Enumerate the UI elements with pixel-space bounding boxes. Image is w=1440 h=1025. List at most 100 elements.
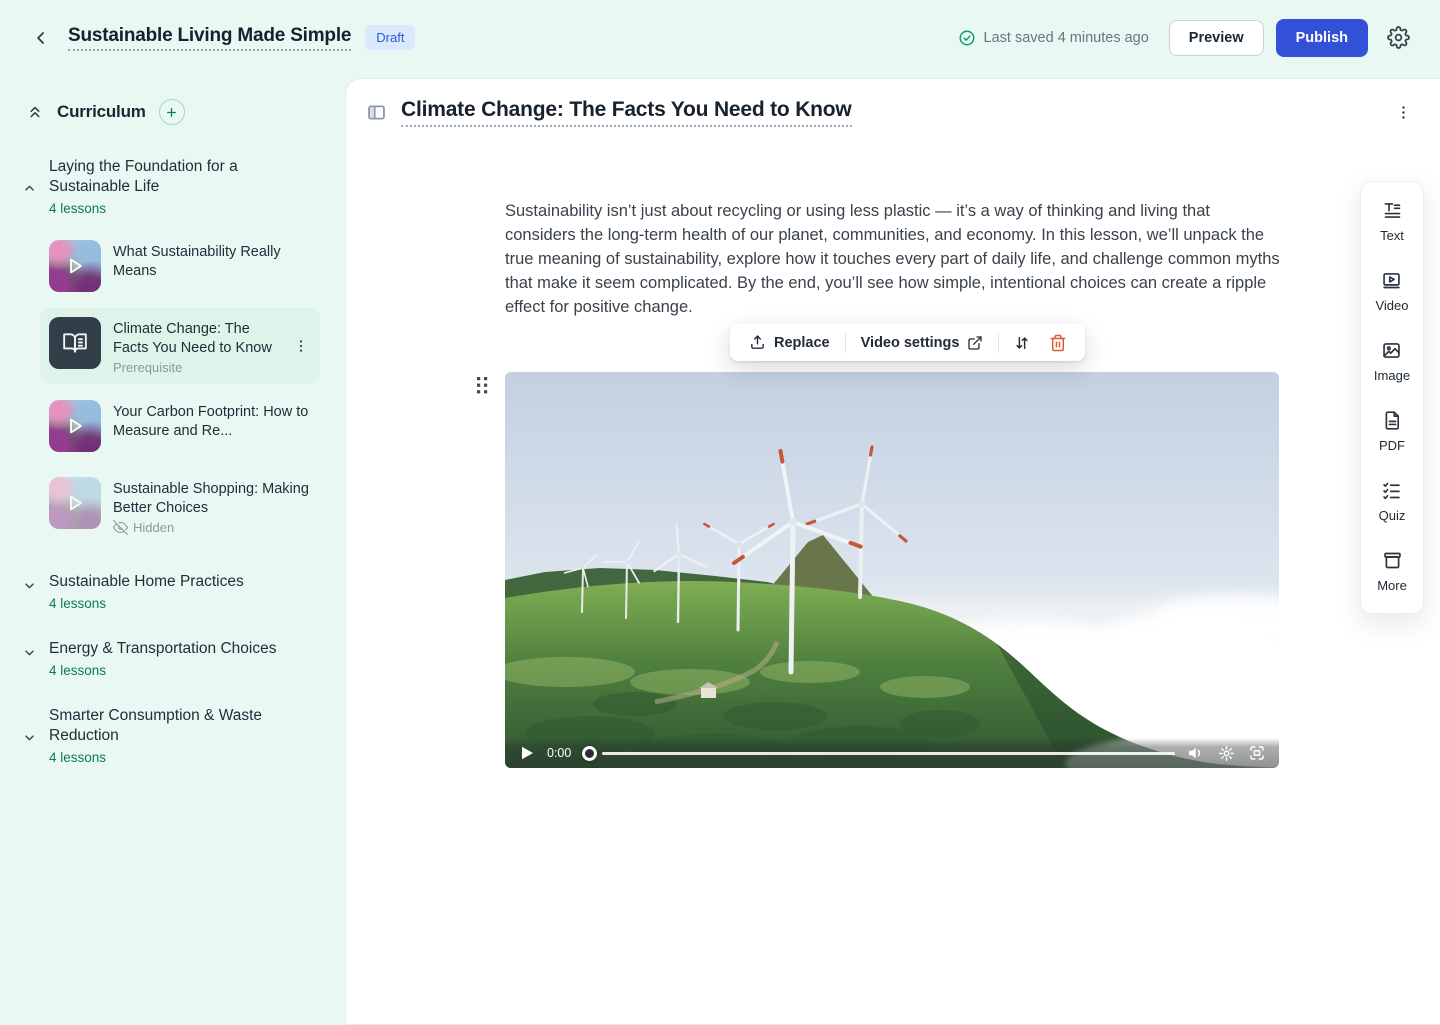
current-time: 0:00 (547, 746, 571, 760)
toolbar-divider (998, 333, 999, 353)
autosave-status: Last saved 4 minutes ago (958, 29, 1149, 47)
preview-button[interactable]: Preview (1169, 20, 1264, 56)
lesson-reading-thumbnail (49, 317, 101, 369)
scrubber-handle[interactable] (582, 746, 597, 761)
video-settings-button[interactable]: Video settings (851, 324, 994, 361)
volume-button[interactable] (1184, 742, 1206, 764)
add-image-block-button[interactable]: Image (1374, 340, 1410, 383)
curriculum-section: Energy & Transportation Choices 4 lesson… (18, 639, 335, 678)
lesson-item-selected[interactable]: Climate Change: The Facts You Need to Kn… (40, 308, 320, 384)
lesson-title: What Sustainability Really Means (113, 243, 311, 280)
video-block-icon (1381, 270, 1402, 291)
section-title[interactable]: Energy & Transportation Choices (49, 639, 289, 659)
play-icon (63, 491, 87, 515)
collapse-all-icon (26, 103, 44, 121)
lesson-item[interactable]: Your Carbon Footprint: How to Measure an… (40, 391, 320, 461)
lesson-item[interactable]: What Sustainability Really Means (40, 231, 320, 301)
more-block-icon (1382, 550, 1403, 571)
section-title[interactable]: Smarter Consumption & Waste Reduction (49, 706, 289, 746)
play-icon (63, 414, 87, 438)
settings-button[interactable] (1382, 22, 1414, 54)
palette-label: Image (1374, 368, 1410, 383)
text-block[interactable]: Sustainability isn’t just about recyclin… (505, 199, 1283, 319)
curriculum-heading: Curriculum (57, 102, 146, 122)
play-button[interactable] (516, 742, 538, 764)
lesson-title: Climate Change: The Facts You Need to Kn… (113, 320, 279, 357)
palette-label: Text (1380, 228, 1404, 243)
expand-section-button[interactable] (18, 574, 40, 596)
section-lesson-count: 4 lessons (49, 201, 335, 216)
chevron-down-icon (21, 644, 38, 661)
add-quiz-block-button[interactable]: Quiz (1379, 480, 1406, 523)
text-block-icon (1382, 200, 1403, 221)
drag-handle-icon (476, 376, 490, 395)
chevron-down-icon (21, 729, 38, 746)
kebab-icon (1395, 104, 1412, 121)
volume-icon (1186, 744, 1204, 762)
course-title[interactable]: Sustainable Living Made Simple (68, 24, 351, 52)
lesson-list: What Sustainability Really Means Climate… (40, 231, 320, 544)
video-settings-label: Video settings (861, 335, 960, 351)
delete-block-button[interactable] (1040, 324, 1076, 361)
expand-section-button[interactable] (18, 726, 40, 748)
section-lesson-count: 4 lessons (49, 750, 335, 765)
palette-label: More (1377, 578, 1407, 593)
lesson-menu-button[interactable] (291, 334, 311, 358)
fullscreen-button[interactable] (1246, 742, 1268, 764)
replace-label: Replace (774, 335, 830, 351)
last-saved-text: Last saved 4 minutes ago (984, 30, 1149, 46)
add-section-icon (165, 106, 178, 119)
expand-section-button[interactable] (18, 641, 40, 663)
progress-bar[interactable] (602, 752, 1175, 755)
replace-video-button[interactable]: Replace (739, 324, 840, 361)
back-button[interactable] (26, 23, 56, 53)
section-title[interactable]: Sustainable Home Practices (49, 572, 289, 592)
app-header: Sustainable Living Made Simple Draft Las… (0, 0, 1440, 75)
panel-toggle-icon (366, 102, 387, 123)
kebab-icon (293, 338, 309, 354)
quiz-block-icon (1381, 480, 1402, 501)
section-lesson-count: 4 lessons (49, 663, 335, 678)
eye-off-icon (113, 520, 128, 535)
external-link-icon (967, 335, 983, 351)
section-title[interactable]: Laying the Foundation for a Sustainable … (49, 157, 289, 197)
publish-button[interactable]: Publish (1276, 19, 1368, 57)
add-pdf-block-button[interactable]: PDF (1379, 410, 1405, 453)
palette-label: Video (1375, 298, 1408, 313)
add-video-block-button[interactable]: Video (1375, 270, 1408, 313)
video-controls: 0:00 (505, 738, 1279, 768)
player-settings-icon (1218, 745, 1235, 762)
drag-handle[interactable] (476, 376, 490, 396)
lesson-video-thumbnail (49, 477, 101, 529)
collapse-section-button[interactable] (18, 177, 40, 199)
back-icon (31, 28, 51, 48)
chevron-up-icon (21, 180, 38, 197)
lesson-title: Your Carbon Footprint: How to Measure an… (113, 403, 311, 440)
lesson-video-thumbnail (49, 400, 101, 452)
status-badge: Draft (365, 25, 415, 50)
video-block-toolbar: Replace Video settings (730, 324, 1085, 361)
move-block-button[interactable] (1004, 324, 1040, 361)
lesson-title-field[interactable]: Climate Change: The Facts You Need to Kn… (401, 98, 852, 127)
gear-icon (1387, 26, 1410, 49)
toggle-sidebar-button[interactable] (362, 99, 390, 127)
lesson-prerequisite-label: Prerequisite (113, 360, 279, 375)
curriculum-section: Laying the Foundation for a Sustainable … (18, 157, 335, 544)
curriculum-section: Smarter Consumption & Waste Reduction 4 … (18, 706, 335, 765)
fullscreen-icon (1248, 744, 1266, 762)
book-open-icon (62, 330, 88, 356)
player-settings-button[interactable] (1215, 742, 1237, 764)
add-text-block-button[interactable]: Text (1380, 200, 1404, 243)
more-blocks-button[interactable]: More (1377, 550, 1407, 593)
palette-label: Quiz (1379, 508, 1406, 523)
play-icon (63, 254, 87, 278)
trash-icon (1049, 334, 1067, 352)
curriculum-sidebar: Curriculum Laying the Foundation for a S… (0, 75, 345, 1024)
video-block[interactable]: 0:00 (505, 372, 1279, 768)
check-circle-icon (958, 29, 976, 47)
lesson-item-hidden[interactable]: Sustainable Shopping: Making Better Choi… (40, 468, 320, 544)
add-section-button[interactable] (159, 99, 185, 125)
lesson-options-button[interactable] (1390, 100, 1416, 126)
collapse-all-button[interactable] (24, 101, 46, 123)
image-block-icon (1381, 340, 1402, 361)
